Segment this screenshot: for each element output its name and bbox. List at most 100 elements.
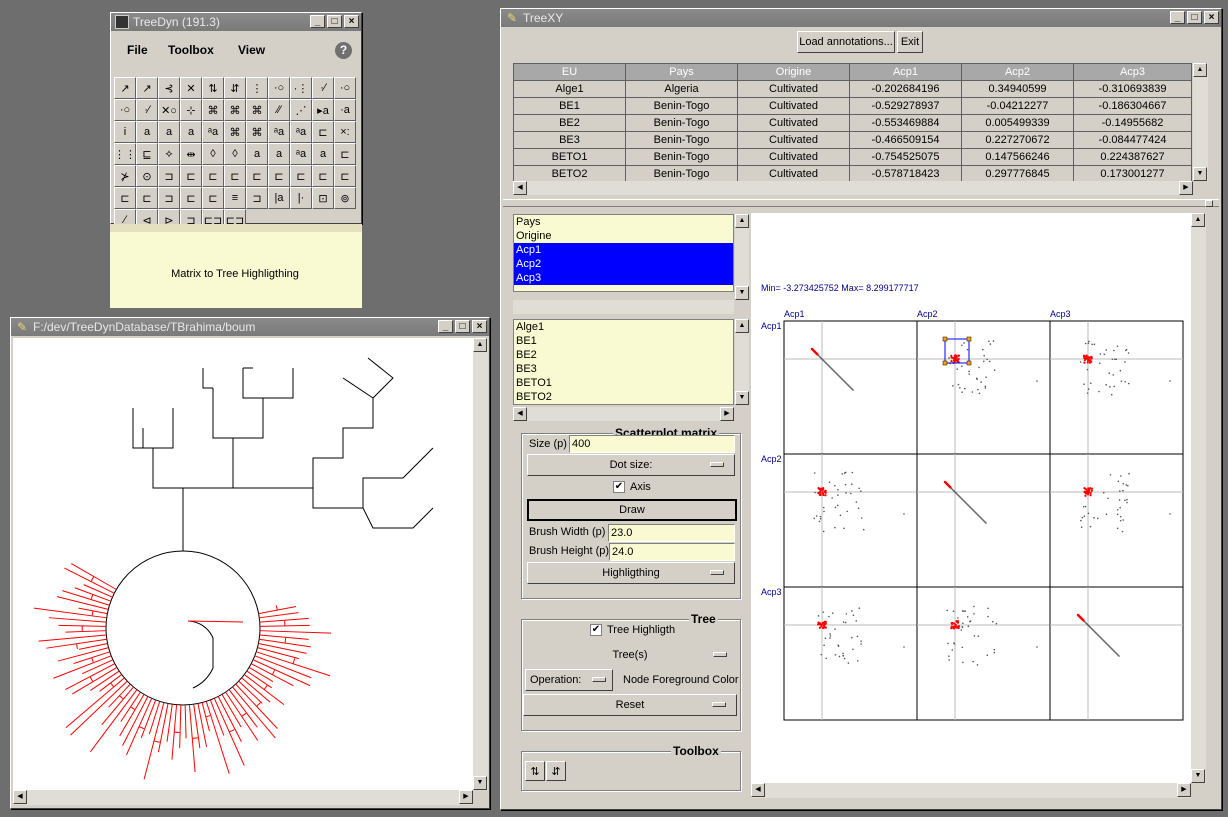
tool-16-icon[interactable]: ⌘ xyxy=(202,99,224,121)
tree-branch[interactable] xyxy=(90,594,94,600)
eu-listbox[interactable]: Alge1 BE1 BE2 BE3 BETO1 BETO2 xyxy=(513,319,734,405)
tool-25-icon[interactable]: a xyxy=(158,121,180,143)
tree-branch[interactable] xyxy=(205,715,211,718)
tree-root-arc[interactable] xyxy=(105,550,261,706)
tool-43-icon[interactable]: a xyxy=(312,143,334,165)
table-cell[interactable]: -0.754525075 xyxy=(849,148,962,166)
tree-branch[interactable] xyxy=(257,647,300,660)
list-item[interactable]: Acp1 xyxy=(514,243,733,257)
tree-branch[interactable] xyxy=(263,685,268,690)
tool-65-icon[interactable]: ⊡ xyxy=(312,187,334,209)
eulist-hscrollbar[interactable]: ◀ ▶ xyxy=(513,407,734,421)
tree-vscrollbar[interactable]: ▲ ▼ xyxy=(473,338,488,790)
tool-26-icon[interactable]: a xyxy=(180,121,202,143)
tool-4-icon[interactable]: ✕ xyxy=(180,77,202,99)
scroll-up-arrow[interactable]: ▲ xyxy=(1193,63,1207,77)
table-cell[interactable]: -0.202684196 xyxy=(849,80,962,98)
size-input[interactable]: 400 xyxy=(569,435,735,453)
tool-14-icon[interactable]: ✕○ xyxy=(158,99,180,121)
tree-branch[interactable] xyxy=(91,610,94,616)
table-cell[interactable]: -0.14955682 xyxy=(1073,114,1192,132)
tool-29-icon[interactable]: ⌘ xyxy=(246,121,268,143)
variable-listbox[interactable]: Pays Origine Acp1 Acp2 Acp3 xyxy=(513,214,734,292)
scroll-up-arrow[interactable]: ▲ xyxy=(1191,213,1205,227)
scroll-left-arrow[interactable]: ◀ xyxy=(751,783,765,797)
list-item[interactable]: BETO2 xyxy=(516,390,733,404)
menu-file[interactable]: File xyxy=(127,43,148,57)
reset-menu-button[interactable]: Reset xyxy=(523,694,737,716)
tool-34-icon[interactable]: ⋮⋮ xyxy=(114,143,136,165)
tree-branch[interactable] xyxy=(65,677,125,728)
tree-branch[interactable] xyxy=(53,655,112,679)
column-header[interactable]: Pays xyxy=(625,63,738,81)
list-item[interactable]: Origine xyxy=(516,229,733,243)
table-row[interactable]: BETO1 Benin-Togo Cultivated -0.754525075 0.1… xyxy=(513,148,1192,166)
tree-branch[interactable] xyxy=(38,634,107,642)
tool-3-icon[interactable]: ⊰ xyxy=(158,77,180,99)
tree-branch[interactable] xyxy=(83,584,113,598)
brush-height-input[interactable]: 24.0 xyxy=(609,543,735,561)
tool-37-icon[interactable]: ⇹ xyxy=(180,143,202,165)
list-item[interactable]: Acp3 xyxy=(514,271,733,285)
scatter-cell[interactable] xyxy=(783,586,918,721)
tool-52-icon[interactable]: ⊏ xyxy=(268,165,290,187)
toolbox-tool-1-icon[interactable]: ⇅ xyxy=(525,761,545,781)
tool-11-icon[interactable]: ·○ xyxy=(334,77,356,99)
tree-branch[interactable] xyxy=(157,703,169,753)
tool-30-icon[interactable]: ᵃa xyxy=(268,121,290,143)
tool-9-icon[interactable]: ·⋮ xyxy=(290,77,312,99)
close-button[interactable]: × xyxy=(1204,11,1219,24)
tree-branch[interactable] xyxy=(64,567,115,594)
menu-view[interactable]: View xyxy=(238,43,265,57)
list-item[interactable]: BE1 xyxy=(516,334,733,348)
table-row[interactable]: BE1 Benin-Togo Cultivated -0.529278937 -0.04… xyxy=(513,97,1192,115)
tool-17-icon[interactable]: ⌘ xyxy=(224,99,246,121)
table-cell[interactable]: Alge1 xyxy=(513,80,626,98)
tool-7-icon[interactable]: ⋮ xyxy=(246,77,268,99)
tool-32-icon[interactable]: ⊏ xyxy=(312,121,334,143)
table-row[interactable]: Alge1 Algeria Cultivated -0.202684196 0.3494… xyxy=(513,80,1192,98)
scroll-up-arrow[interactable]: ▲ xyxy=(473,338,487,352)
scroll-right-arrow[interactable]: ▶ xyxy=(1179,181,1193,195)
eulist-vscrollbar[interactable]: ▲ ▼ xyxy=(735,319,749,405)
scroll-left-arrow[interactable]: ◀ xyxy=(513,181,527,195)
tool-44-icon[interactable]: ⊏ xyxy=(334,143,356,165)
table-cell[interactable]: 0.34940599 xyxy=(961,80,1074,98)
load-annotations-button[interactable]: Load annotations... xyxy=(797,31,895,53)
tree-branch[interactable] xyxy=(183,368,374,489)
tree-branch[interactable] xyxy=(138,726,145,730)
table-row[interactable]: BE3 Benin-Togo Cultivated -0.466509154 0.227… xyxy=(513,131,1192,149)
table-cell[interactable]: Cultivated xyxy=(737,165,850,181)
scatterplot-canvas[interactable]: Min= -3.273425752 Max= 8.299177717 Acp1 Ac… xyxy=(751,213,1191,783)
tool-42-icon[interactable]: ᵃa xyxy=(290,143,312,165)
tree-branch[interactable] xyxy=(142,357,394,449)
tool-31-icon[interactable]: ᵃa xyxy=(290,121,312,143)
tool-56-icon[interactable]: ⊏ xyxy=(114,187,136,209)
close-button[interactable]: × xyxy=(344,15,359,28)
table-cell[interactable]: Benin-Togo xyxy=(625,131,738,149)
plot-hscrollbar[interactable]: ◀ ▶ xyxy=(751,783,1191,798)
tool-33-icon[interactable]: ×: xyxy=(334,121,356,143)
minimize-button[interactable]: _ xyxy=(438,320,453,333)
tree-branch[interactable] xyxy=(132,368,294,551)
tool-8-icon[interactable]: ·○ xyxy=(268,77,290,99)
tree-branch[interactable] xyxy=(312,447,434,529)
tool-41-icon[interactable]: a xyxy=(268,143,290,165)
table-row[interactable]: BETO2 Benin-Togo Cultivated -0.578718423 0.2… xyxy=(513,165,1192,181)
table-cell[interactable]: 0.227270672 xyxy=(961,131,1074,149)
tool-60-icon[interactable]: ⊏ xyxy=(202,187,224,209)
maximize-button[interactable]: □ xyxy=(327,15,342,28)
scroll-down-arrow[interactable]: ▼ xyxy=(1193,167,1207,181)
scatterplot-matrix[interactable]: Min= -3.273425752 Max= 8.299177717Acp1Ac… xyxy=(751,213,1191,783)
table-cell[interactable]: -0.578718423 xyxy=(849,165,962,181)
tree-branch[interactable] xyxy=(187,620,214,689)
tool-18-icon[interactable]: ⌘ xyxy=(246,99,268,121)
brush-handle[interactable] xyxy=(966,360,972,366)
tool-55-icon[interactable]: ⊏ xyxy=(334,165,356,187)
tool-61-icon[interactable]: ≡ xyxy=(224,187,246,209)
table-cell[interactable]: 0.297776845 xyxy=(961,165,1074,181)
list-item[interactable]: BETO1 xyxy=(516,376,733,390)
tool-62-icon[interactable]: ⊐ xyxy=(246,187,268,209)
table-cell[interactable]: Cultivated xyxy=(737,114,850,132)
table-cell[interactable]: -0.04212277 xyxy=(961,97,1074,115)
